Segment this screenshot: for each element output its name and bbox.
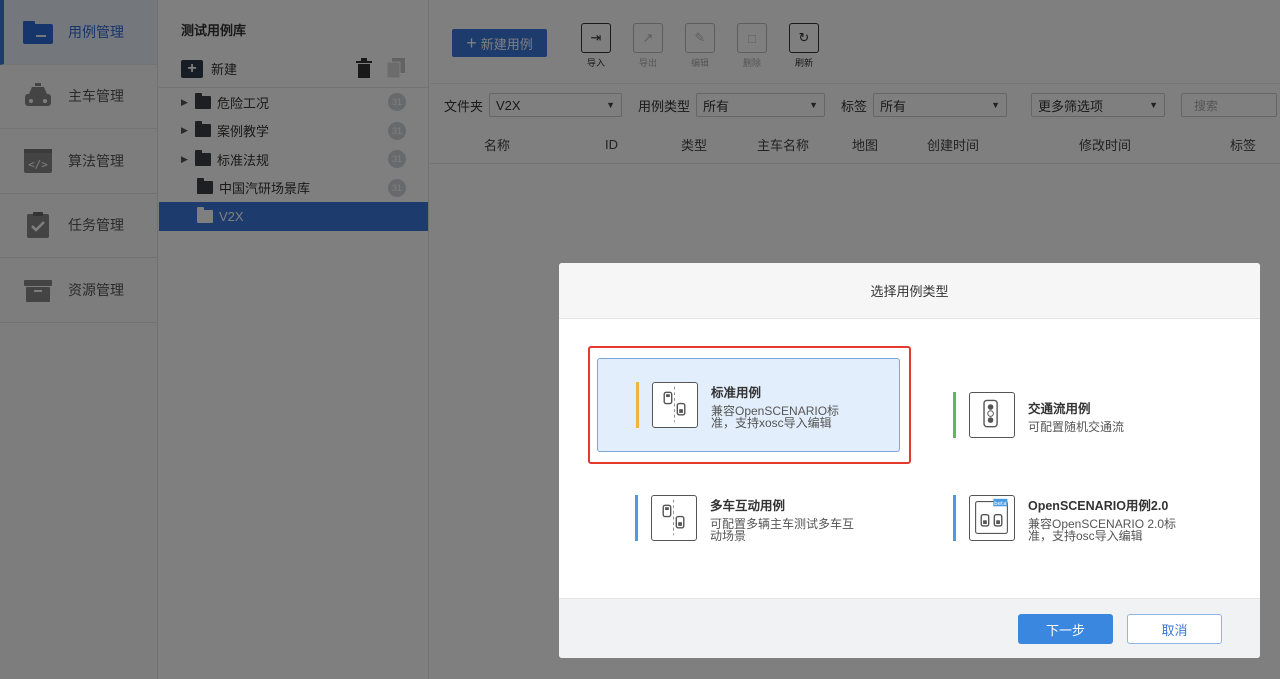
accent-bar bbox=[953, 392, 956, 438]
beta-vehicles-icon: beta bbox=[969, 495, 1015, 541]
lane-vehicles-icon bbox=[651, 495, 697, 541]
card-desc-line2: 准，支持osc导入编辑 bbox=[1028, 528, 1143, 543]
traffic-light-icon bbox=[969, 392, 1015, 438]
case-type-card-multi-vehicle[interactable]: 多车互动用例 可配置多辆主车测试多车互 动场景 bbox=[597, 471, 900, 565]
card-desc-line1: 可配置随机交通流 bbox=[1028, 419, 1125, 434]
accent-bar bbox=[953, 495, 956, 541]
card-title: OpenSCENARIO用例2.0 bbox=[1028, 498, 1169, 513]
selection-highlight bbox=[588, 346, 911, 464]
card-title: 多车互动用例 bbox=[710, 498, 786, 513]
card-desc-line1: 可配置多辆主车测试多车互 bbox=[710, 516, 855, 531]
dialog-title: 选择用例类型 bbox=[559, 263, 1260, 319]
dialog-footer: 下一步 取消 bbox=[559, 598, 1260, 658]
accent-bar bbox=[635, 495, 638, 541]
card-desc-line2: 动场景 bbox=[710, 528, 747, 543]
card-title: 交通流用例 bbox=[1028, 401, 1091, 416]
beta-badge: beta bbox=[994, 501, 1007, 507]
case-type-card-openscenario-2[interactable]: beta OpenSCENARIO用例2.0 兼容OpenSCENARIO 2.… bbox=[915, 471, 1218, 565]
next-step-button[interactable]: 下一步 bbox=[1018, 614, 1113, 644]
card-desc-line1: 兼容OpenSCENARIO 2.0标 bbox=[1028, 516, 1177, 531]
case-type-card-traffic-flow[interactable]: 交通流用例 可配置随机交通流 bbox=[915, 368, 1218, 462]
cancel-button[interactable]: 取消 bbox=[1127, 614, 1222, 644]
